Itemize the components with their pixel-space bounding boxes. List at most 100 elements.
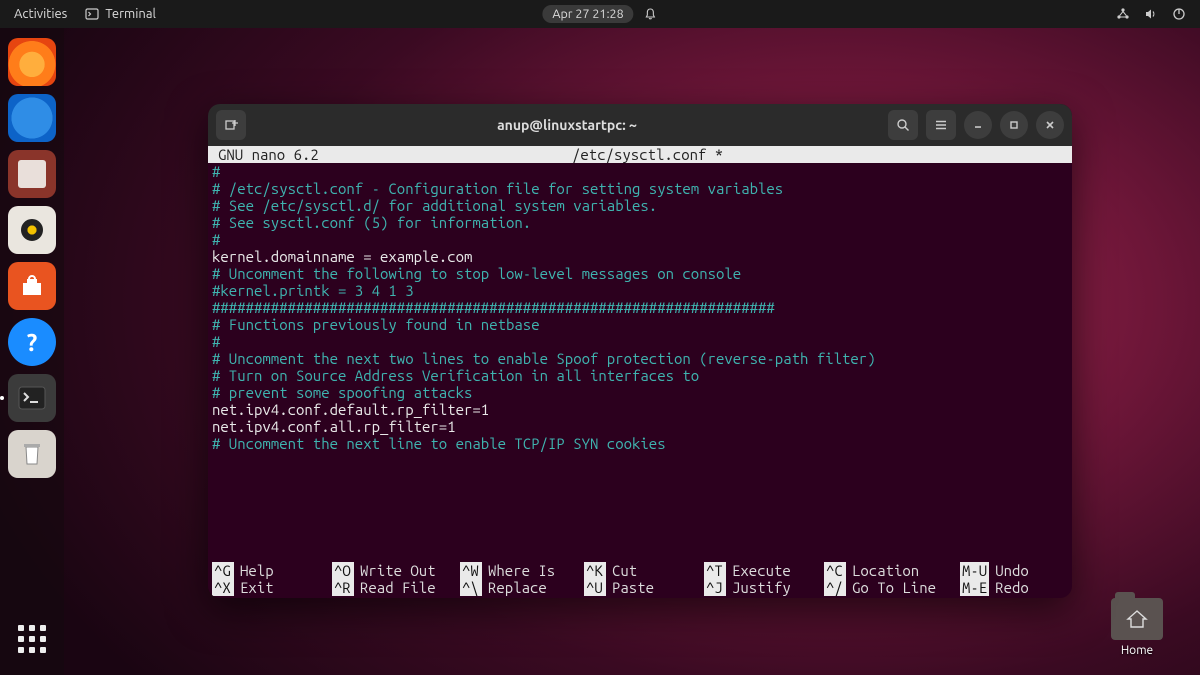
nano-shortcut: ^G Help xyxy=(212,562,332,579)
nano-line: # xyxy=(212,231,1068,248)
shortcut-key: ^W xyxy=(460,562,482,579)
nano-shortcut: ^W Where Is xyxy=(460,562,584,579)
shortcut-key: ^J xyxy=(704,579,726,596)
nano-line: # Uncomment the next line to enable TCP/… xyxy=(212,435,1068,452)
minimize-button[interactable] xyxy=(964,111,992,139)
nano-shortcut: ^C Location xyxy=(824,562,960,579)
shortcut-label: Paste xyxy=(606,579,654,596)
clock[interactable]: Apr 27 21:28 xyxy=(542,5,633,23)
search-button[interactable] xyxy=(888,110,918,140)
nano-editor[interactable]: GNU nano 6.2 /etc/sysctl.conf * ## /etc/… xyxy=(208,146,1072,598)
hamburger-icon xyxy=(934,118,948,132)
nano-filename: /etc/sysctl.conf * xyxy=(572,146,1068,163)
nano-shortcut: ^/ Go To Line xyxy=(824,579,960,596)
shortcut-key: ^O xyxy=(332,562,354,579)
nano-line: # Turn on Source Address Verification in… xyxy=(212,367,1068,384)
shortcut-key: ^G xyxy=(212,562,234,579)
maximize-button[interactable] xyxy=(1000,111,1028,139)
shortcut-key: ^U xyxy=(584,579,606,596)
nano-shortcut: ^\ Replace xyxy=(460,579,584,596)
nano-shortcut: ^K Cut xyxy=(584,562,704,579)
nano-line: # Uncomment the next two lines to enable… xyxy=(212,350,1068,367)
network-icon[interactable] xyxy=(1116,7,1130,21)
shortcut-key: ^\ xyxy=(460,579,482,596)
close-icon xyxy=(1044,119,1056,131)
shortcut-label: Redo xyxy=(989,579,1029,596)
volume-icon[interactable] xyxy=(1144,7,1158,21)
shortcut-key: ^T xyxy=(704,562,726,579)
home-icon xyxy=(1126,609,1148,629)
shortcut-label: Exit xyxy=(234,579,274,596)
shortcut-key: ^/ xyxy=(824,579,846,596)
nano-line: # /etc/sysctl.conf - Configuration file … xyxy=(212,180,1068,197)
nano-shortcut: ^O Write Out xyxy=(332,562,460,579)
shortcut-label: Go To Line xyxy=(846,579,936,596)
shortcut-label: Justify xyxy=(726,579,791,596)
nano-line: kernel.domainname = example.com xyxy=(212,248,1068,265)
active-app-label: Terminal xyxy=(105,7,156,21)
activities-button[interactable]: Activities xyxy=(14,7,67,21)
nano-line: # xyxy=(212,163,1068,180)
nano-line: #kernel.printk = 3 4 1 3 xyxy=(212,282,1068,299)
nano-app-label: GNU nano 6.2 xyxy=(212,146,572,163)
menu-button[interactable] xyxy=(926,110,956,140)
nano-shortcut: ^X Exit xyxy=(212,579,332,596)
nano-shortcut: ^J Justify xyxy=(704,579,824,596)
minimize-icon xyxy=(972,119,984,131)
nano-shortcut: M-E Redo xyxy=(960,579,1050,596)
shortcut-label: Read File xyxy=(354,579,436,596)
shortcut-label: Location xyxy=(846,562,919,579)
dock: ? xyxy=(0,28,64,675)
shortcut-label: Where Is xyxy=(482,562,555,579)
top-panel: Activities Terminal Apr 27 21:28 xyxy=(0,0,1200,28)
notifications-icon[interactable] xyxy=(644,7,658,21)
shortcut-label: Cut xyxy=(606,562,637,579)
dock-terminal[interactable] xyxy=(8,374,56,422)
desktop-home-label: Home xyxy=(1121,644,1153,657)
nano-shortcut-bar: ^G Help ^O Write Out ^W Where Is ^K Cut … xyxy=(208,562,1072,598)
nano-line: # Uncomment the following to stop low-le… xyxy=(212,265,1068,282)
shortcut-key: ^C xyxy=(824,562,846,579)
shortcut-label: Execute xyxy=(726,562,791,579)
dock-rhythmbox[interactable] xyxy=(8,206,56,254)
dock-trash[interactable] xyxy=(8,430,56,478)
nano-line: # prevent some spoofing attacks xyxy=(212,384,1068,401)
dock-software[interactable] xyxy=(8,262,56,310)
dock-help[interactable]: ? xyxy=(8,318,56,366)
dock-firefox[interactable] xyxy=(8,38,56,86)
shortcut-key: M-U xyxy=(960,562,989,579)
nano-shortcut: M-U Undo xyxy=(960,562,1050,579)
window-title: anup@linuxstartpc: ~ xyxy=(254,117,880,133)
nano-line: ########################################… xyxy=(212,299,1068,316)
nano-line: # Functions previously found in netbase xyxy=(212,316,1068,333)
titlebar[interactable]: anup@linuxstartpc: ~ xyxy=(208,104,1072,146)
new-tab-button[interactable] xyxy=(216,110,246,140)
maximize-icon xyxy=(1008,119,1020,131)
active-app-indicator[interactable]: Terminal xyxy=(85,7,156,21)
nano-line: net.ipv4.conf.all.rp_filter=1 xyxy=(212,418,1068,435)
shortcut-label: Help xyxy=(234,562,274,579)
nano-shortcut: ^U Paste xyxy=(584,579,704,596)
dock-thunderbird[interactable] xyxy=(8,94,56,142)
power-icon[interactable] xyxy=(1172,7,1186,21)
nano-header: GNU nano 6.2 /etc/sysctl.conf * xyxy=(208,146,1072,163)
nano-text-area[interactable]: ## /etc/sysctl.conf - Configuration file… xyxy=(208,163,1072,562)
shortcut-key: M-E xyxy=(960,579,989,596)
shortcut-label: Write Out xyxy=(354,562,436,579)
dock-files[interactable] xyxy=(8,150,56,198)
search-icon xyxy=(896,118,910,132)
shortcut-key: ^R xyxy=(332,579,354,596)
shortcut-key: ^X xyxy=(212,579,234,596)
nano-line: # xyxy=(212,333,1068,350)
terminal-window: anup@linuxstartpc: ~ GNU nano 6.2 /etc/s… xyxy=(208,104,1072,598)
nano-line: # See /etc/sysctl.d/ for additional syst… xyxy=(212,197,1068,214)
shortcut-label: Replace xyxy=(482,579,547,596)
shortcut-key: ^K xyxy=(584,562,606,579)
terminal-icon xyxy=(85,7,99,21)
nano-line: net.ipv4.conf.default.rp_filter=1 xyxy=(212,401,1068,418)
close-button[interactable] xyxy=(1036,111,1064,139)
show-applications-button[interactable] xyxy=(8,615,56,663)
nano-line: # See sysctl.conf (5) for information. xyxy=(212,214,1068,231)
desktop-home-folder[interactable]: Home xyxy=(1102,598,1172,657)
nano-shortcut: ^R Read File xyxy=(332,579,460,596)
